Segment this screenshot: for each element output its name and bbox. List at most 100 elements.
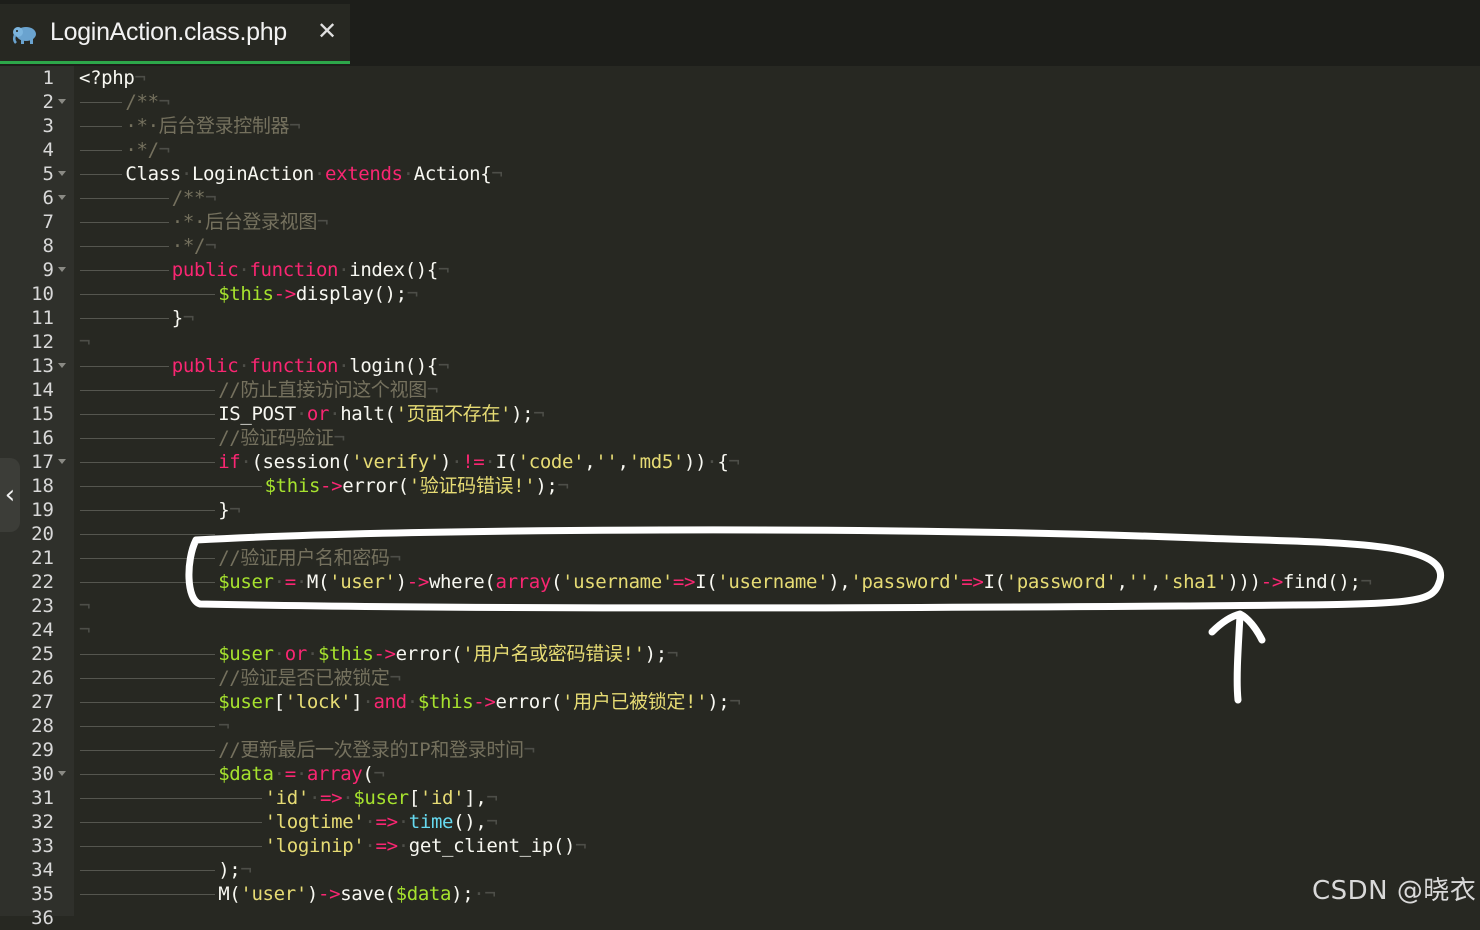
code-text: //更新最后一次登录的IP和登录时间¬: [218, 739, 535, 761]
code-text: /**¬: [171, 187, 217, 209]
code-line[interactable]: 34 );¬: [0, 858, 1480, 882]
line-number: 21: [31, 547, 54, 569]
indent-guide: [80, 702, 216, 703]
code-text: IS_POST·or·halt('页面不存在');¬: [218, 403, 545, 425]
code-text: $this->display();¬: [218, 283, 418, 305]
code-line[interactable]: 10 $this->display();¬: [0, 282, 1480, 306]
line-number: 34: [31, 859, 54, 881]
code-line[interactable]: 28 ¬: [0, 714, 1480, 738]
php-elephant-icon: [12, 24, 38, 46]
code-text: //验证是否已被锁定¬: [218, 667, 401, 689]
code-text: }¬: [218, 499, 241, 521]
code-text: <?php¬: [79, 67, 146, 89]
indent-guide: [80, 246, 169, 247]
code-line[interactable]: 24 ¬: [0, 618, 1480, 642]
line-number: 3: [42, 115, 54, 137]
code-text: );¬: [218, 859, 252, 881]
code-text: 'id'·=>·$user['id'],¬: [264, 787, 498, 809]
indent-guide: [80, 582, 216, 583]
code-line[interactable]: 9 public·function·index(){¬: [0, 258, 1480, 282]
code-text: /**¬: [125, 91, 170, 113]
fold-arrow-icon[interactable]: [58, 99, 66, 104]
indent-guide: [80, 414, 216, 415]
fold-arrow-icon[interactable]: [58, 171, 66, 176]
indent-guide: [80, 486, 262, 487]
code-line[interactable]: 27 $user['lock']·and·$this->error('用户已被锁定…: [0, 690, 1480, 714]
line-number: 32: [31, 811, 54, 833]
fold-arrow-icon[interactable]: [58, 363, 66, 368]
code-line[interactable]: 5 Class·LoginAction·extends·Action{¬: [0, 162, 1480, 186]
code-text: //防止直接访问这个视图¬: [218, 379, 438, 401]
code-line[interactable]: 16 //验证码验证¬: [0, 426, 1480, 450]
code-line[interactable]: 20: [0, 522, 1480, 546]
code-line[interactable]: 31 'id'·=>·$user['id'],¬: [0, 786, 1480, 810]
code-line[interactable]: 7 ·*·后台登录视图¬: [0, 210, 1480, 234]
code-editor[interactable]: 1 <?php¬ 2 /**¬ 3 ·*·后台登录控制器¬ 4 ·*/¬ 5 Class·Logi…: [0, 66, 1480, 929]
code-text: ·*/¬: [171, 235, 217, 257]
code-line[interactable]: 17 if·(session('verify')·!=·I('code','','…: [0, 450, 1480, 474]
code-line[interactable]: 2 /**¬: [0, 90, 1480, 114]
code-line[interactable]: 15 IS_POST·or·halt('页面不存在');¬: [0, 402, 1480, 426]
indent-guide: [80, 438, 216, 439]
code-line[interactable]: 35 M('user')->save($data);·¬: [0, 882, 1480, 906]
indent-guide: [80, 726, 216, 727]
code-line[interactable]: 30 $data·=·array(¬: [0, 762, 1480, 786]
line-number: 11: [31, 307, 54, 329]
fold-arrow-icon[interactable]: [58, 459, 66, 464]
indent-guide: [80, 510, 216, 511]
code-line[interactable]: 6 /**¬: [0, 186, 1480, 210]
close-icon[interactable]: ✕: [312, 16, 342, 46]
fold-arrow-icon[interactable]: [58, 771, 66, 776]
code-text: ¬: [218, 715, 230, 737]
line-number: 30: [31, 763, 54, 785]
code-text: public·function·login(){¬: [171, 355, 450, 377]
code-line[interactable]: 32 'logtime'·=>·time(),¬: [0, 810, 1480, 834]
tab-title: LoginAction.class.php: [50, 18, 287, 46]
code-text: 'logtime'·=>·time(),¬: [264, 811, 498, 833]
code-line[interactable]: 18 $this->error('验证码错误!');¬: [0, 474, 1480, 498]
tab-loginaction[interactable]: LoginAction.class.php ✕: [0, 4, 350, 64]
code-line[interactable]: 4 ·*/¬: [0, 138, 1480, 162]
line-number: 1: [42, 67, 54, 89]
code-line[interactable]: 12 ¬: [0, 330, 1480, 354]
code-text: ¬: [79, 595, 91, 617]
line-number: 33: [31, 835, 54, 857]
line-number: 29: [31, 739, 54, 761]
indent-guide: [80, 126, 123, 127]
code-line[interactable]: 26 //验证是否已被锁定¬: [0, 666, 1480, 690]
code-line[interactable]: 22 $user·=·M('user')->where(array('userna…: [0, 570, 1480, 594]
code-line[interactable]: 33 'loginip'·=>·get_client_ip()¬: [0, 834, 1480, 858]
indent-guide: [80, 678, 216, 679]
code-text: M('user')->save($data);·¬: [218, 883, 496, 905]
code-text: ·*·后台登录视图¬: [171, 211, 329, 233]
code-text: if·(session('verify')·!=·I('code','','md…: [218, 451, 740, 473]
code-line[interactable]: 19}¬: [0, 498, 1480, 522]
code-line[interactable]: 29 //更新最后一次登录的IP和登录时间¬: [0, 738, 1480, 762]
code-text: //验证用户名和密码¬: [218, 547, 401, 569]
code-line[interactable]: 1 <?php¬: [0, 66, 1480, 90]
indent-guide: [80, 270, 169, 271]
collapse-sidebar-handle[interactable]: ‹: [0, 458, 20, 532]
code-line[interactable]: 36: [0, 906, 1480, 930]
line-number: 27: [31, 691, 54, 713]
line-number: 4: [42, 139, 54, 161]
line-number: 31: [31, 787, 54, 809]
line-number: 2: [42, 91, 54, 113]
code-text: ¬: [79, 331, 91, 353]
indent-guide: [80, 654, 216, 655]
fold-arrow-icon[interactable]: [58, 267, 66, 272]
code-line[interactable]: 21 //验证用户名和密码¬: [0, 546, 1480, 570]
code-text: }¬: [171, 307, 195, 329]
code-text: ·*/¬: [125, 139, 170, 161]
code-line[interactable]: 14 //防止直接访问这个视图¬: [0, 378, 1480, 402]
indent-guide: [80, 798, 262, 799]
code-text: $user·=·M('user')->where(array('username…: [218, 571, 1372, 593]
code-line[interactable]: 8 ·*/¬: [0, 234, 1480, 258]
code-line[interactable]: 25 $user·or·$this->error('用户名或密码错误!');¬: [0, 642, 1480, 666]
code-line[interactable]: 13 public·function·login(){¬: [0, 354, 1480, 378]
code-line[interactable]: 3 ·*·后台登录控制器¬: [0, 114, 1480, 138]
code-line[interactable]: 11 }¬: [0, 306, 1480, 330]
code-line[interactable]: 23 ¬: [0, 594, 1480, 618]
indent-guide: [80, 222, 169, 223]
fold-arrow-icon[interactable]: [58, 195, 66, 200]
